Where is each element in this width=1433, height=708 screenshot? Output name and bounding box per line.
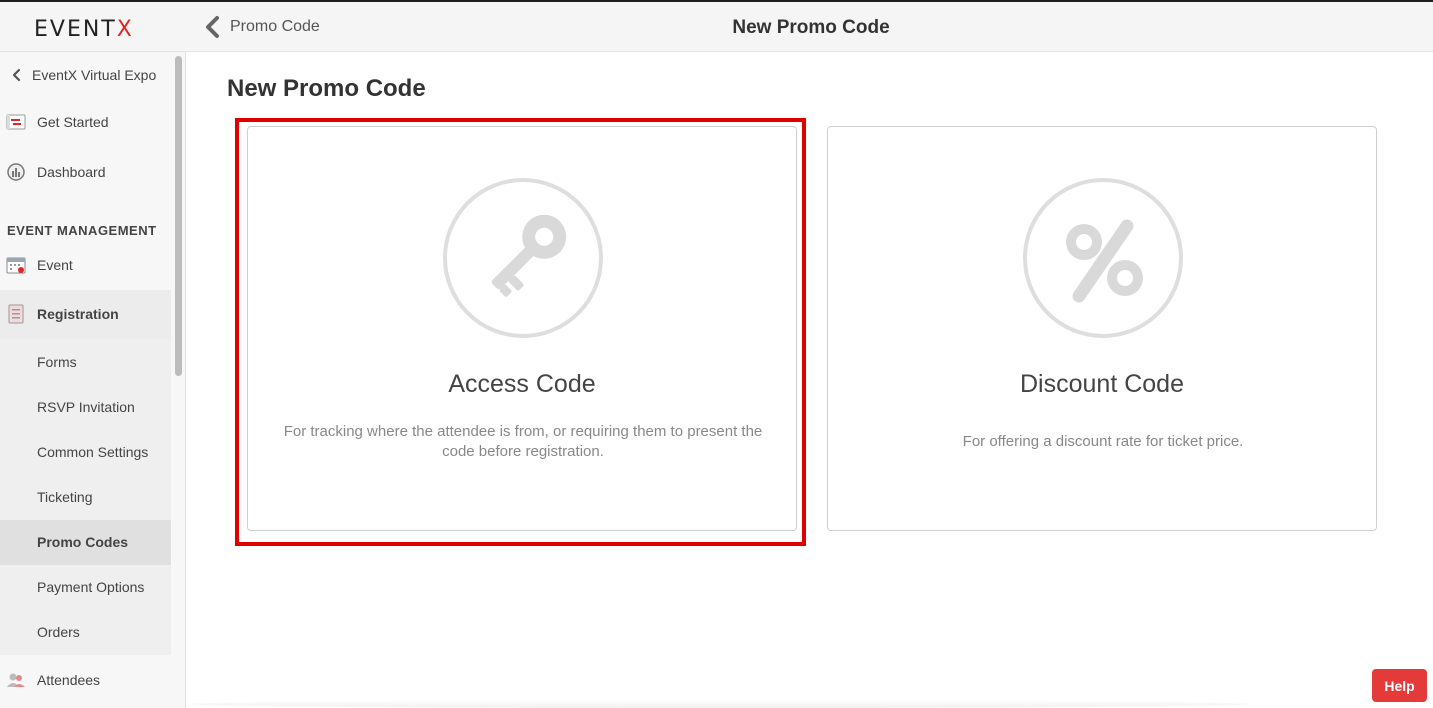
discount-code-title: Discount Code: [1020, 370, 1184, 398]
get-started-icon: [6, 114, 26, 130]
access-code-title: Access Code: [448, 370, 596, 398]
dashboard-icon: [7, 163, 25, 181]
page-title: New Promo Code: [732, 17, 890, 38]
sidebar-subitem-orders[interactable]: Orders: [37, 624, 80, 640]
registration-form-icon: [8, 304, 24, 324]
sidebar-section-heading: EVENT MANAGEMENT: [7, 223, 157, 238]
sidebar-item-registration[interactable]: Registration: [0, 303, 171, 325]
sidebar-item-event[interactable]: Event: [0, 254, 171, 276]
sidebar-subitem-forms[interactable]: Forms: [37, 354, 77, 370]
sidebar-item-label: Registration: [37, 306, 119, 322]
sidebar-back-to-event[interactable]: EventX Virtual Expo: [0, 66, 171, 84]
attendees-icon: [7, 673, 25, 687]
registration-submenu: [0, 290, 171, 655]
sidebar-item-label: Event: [37, 257, 73, 273]
sidebar-subitem-promo-codes[interactable]: Promo Codes: [37, 534, 128, 550]
discount-code-icon-circle: [1023, 178, 1183, 338]
sidebar-item-label: Dashboard: [37, 164, 106, 180]
discount-code-description: For offering a discount rate for ticket …: [962, 433, 1244, 450]
main-heading: New Promo Code: [227, 75, 426, 102]
sidebar-item-get-started[interactable]: Get Started: [0, 111, 171, 133]
sidebar-item-label: Get Started: [37, 114, 109, 130]
calendar-icon: [6, 257, 26, 274]
top-bar: EVENTX Promo Code New Promo Code: [0, 0, 1433, 52]
sidebar-subitem-rsvp-invitation[interactable]: RSVP Invitation: [37, 399, 135, 415]
sidebar-subitem-common-settings[interactable]: Common Settings: [37, 444, 148, 460]
sidebar: EventX Virtual Expo Get Started Dashboar…: [0, 52, 186, 708]
sidebar-item-attendees[interactable]: Attendees: [0, 669, 171, 691]
percent-icon: [1066, 219, 1143, 303]
key-icon: [491, 214, 567, 297]
sidebar-back-label: EventX Virtual Expo: [32, 67, 157, 83]
sidebar-subitem-payment-options[interactable]: Payment Options: [37, 579, 144, 595]
chevron-left-icon: [12, 68, 21, 82]
sidebar-scrollbar[interactable]: [175, 56, 182, 376]
bottom-shadow: [190, 700, 1250, 708]
sidebar-item-label: Attendees: [37, 672, 101, 688]
sidebar-subitem-ticketing[interactable]: Ticketing: [37, 489, 93, 505]
help-button[interactable]: Help: [1372, 669, 1427, 702]
access-code-description: For tracking where the attendee is from,…: [283, 423, 763, 460]
sidebar-item-dashboard[interactable]: Dashboard: [0, 161, 171, 183]
access-code-card[interactable]: Access Code For tracking where the atten…: [247, 126, 797, 531]
discount-code-card[interactable]: Discount Code For offering a discount ra…: [827, 126, 1377, 531]
access-code-icon-circle: [443, 178, 603, 338]
